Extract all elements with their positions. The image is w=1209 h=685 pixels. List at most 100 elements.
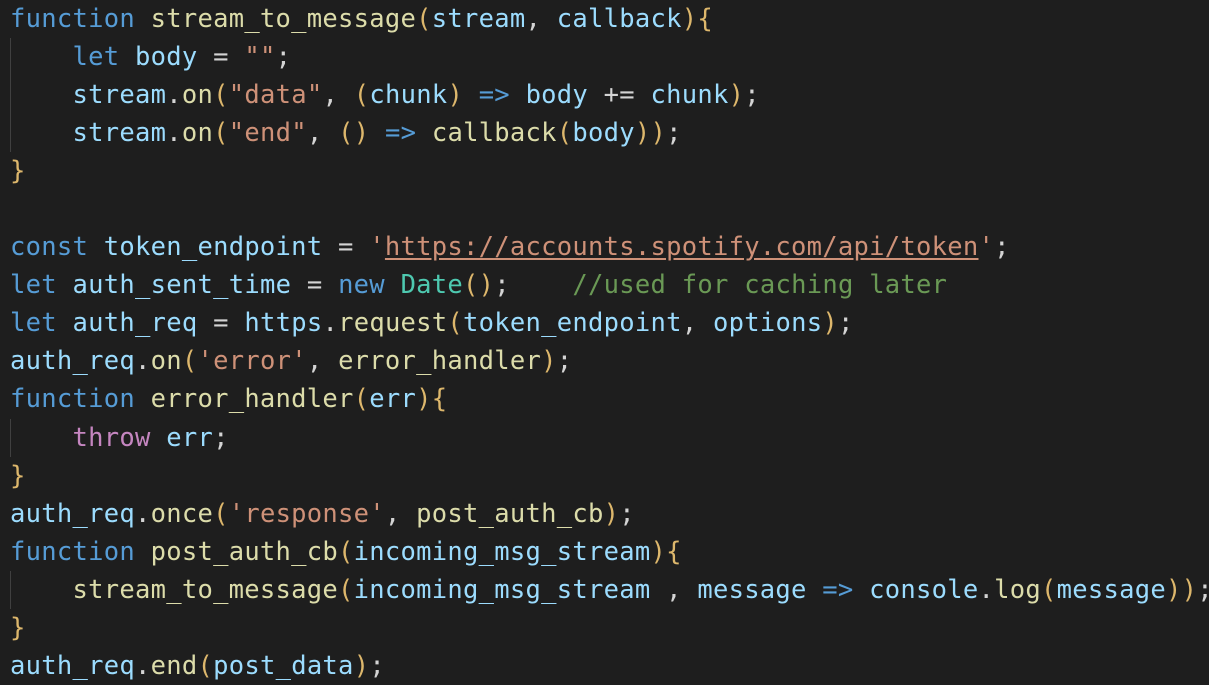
code-line[interactable] bbox=[0, 190, 1209, 228]
token-function: request bbox=[338, 308, 448, 339]
token-bracket_yellow: ) bbox=[728, 80, 745, 111]
code-line[interactable]: stream_to_message(incoming_msg_stream , … bbox=[0, 571, 1209, 609]
token-operator bbox=[10, 118, 72, 148]
token-punctuation: . bbox=[166, 80, 182, 111]
code-line[interactable]: let auth_req = https.request(token_endpo… bbox=[0, 304, 1209, 342]
code-editor-viewport[interactable]: function stream_to_message(stream, callb… bbox=[0, 0, 1209, 685]
token-function: stream_to_message bbox=[150, 4, 417, 34]
token-variable: incoming_msg_stream bbox=[353, 536, 651, 567]
token-punctuation: , bbox=[306, 118, 339, 149]
token-function: error_handler bbox=[338, 346, 542, 377]
token-variable: auth_req bbox=[10, 498, 135, 529]
code-line[interactable]: } bbox=[0, 457, 1209, 495]
token-bracket_yellow: ) bbox=[1165, 574, 1182, 605]
token-punctuation: ; bbox=[619, 498, 635, 529]
token-punctuation: , bbox=[681, 308, 713, 339]
code-line[interactable]: auth_req.on('error', error_handler); bbox=[0, 342, 1209, 380]
token-operator bbox=[10, 80, 72, 110]
token-operator: = bbox=[306, 270, 323, 301]
token-variable: stream bbox=[72, 118, 167, 149]
token-variable: https bbox=[244, 308, 323, 339]
token-bracket_yellow: ( bbox=[338, 536, 354, 567]
token-variable: body bbox=[525, 80, 589, 111]
token-string: ' bbox=[369, 232, 385, 263]
token-string: "end" bbox=[228, 118, 307, 149]
token-function: post_auth_cb bbox=[150, 536, 339, 567]
token-punctuation: ; bbox=[744, 80, 760, 111]
token-variable: token_endpoint bbox=[103, 232, 323, 263]
code-line[interactable]: throw err; bbox=[0, 419, 1209, 457]
token-bracket_yellow: ) bbox=[603, 498, 620, 529]
token-variable: body bbox=[572, 118, 635, 149]
token-operator bbox=[322, 232, 338, 262]
token-punctuation: . bbox=[166, 118, 182, 149]
token-bracket_yellow: ) bbox=[416, 384, 432, 415]
token-control_keyword: throw bbox=[72, 422, 151, 453]
token-punctuation: , bbox=[384, 498, 417, 529]
token-keyword: new bbox=[338, 270, 385, 301]
token-bracket_yellow: { bbox=[697, 4, 713, 34]
token-function: post_auth_cb bbox=[416, 498, 604, 529]
token-punctuation: ; bbox=[837, 308, 854, 339]
token-bracket_yellow: () bbox=[338, 118, 370, 149]
token-punctuation: ; bbox=[556, 346, 573, 377]
token-punctuation: ; bbox=[494, 270, 510, 301]
token-operator: = bbox=[213, 308, 229, 339]
code-line[interactable]: let body = ""; bbox=[0, 38, 1209, 76]
code-line[interactable]: } bbox=[0, 152, 1209, 190]
token-punctuation: ; bbox=[994, 232, 1010, 263]
token-operator bbox=[10, 423, 72, 453]
code-line[interactable]: auth_req.end(post_data); bbox=[0, 647, 1209, 685]
token-punctuation: ; bbox=[1197, 575, 1209, 605]
token-variable: message bbox=[697, 574, 807, 605]
indent-guide bbox=[10, 570, 11, 609]
token-string: 'error' bbox=[197, 346, 307, 377]
token-operator bbox=[291, 270, 307, 300]
token-bracket_yellow: ( bbox=[213, 80, 229, 111]
token-variable: chunk bbox=[369, 80, 448, 111]
token-variable: err bbox=[166, 422, 214, 453]
token-punctuation: , bbox=[306, 346, 339, 377]
token-string: "" bbox=[244, 42, 276, 73]
token-function: on bbox=[181, 118, 214, 149]
token-bracket_yellow: ( bbox=[556, 118, 573, 149]
token-function: error_handler bbox=[150, 384, 354, 415]
token-string: https://accounts.spotify.com/api/token bbox=[384, 232, 979, 263]
token-variable: auth_req bbox=[10, 650, 135, 681]
token-bracket_yellow: ( bbox=[213, 498, 229, 529]
code-line[interactable]: } bbox=[0, 609, 1209, 647]
token-bracket_yellow: ( bbox=[338, 574, 354, 605]
token-variable: incoming_msg_stream bbox=[353, 574, 651, 605]
code-line[interactable]: auth_req.once('response', post_auth_cb); bbox=[0, 495, 1209, 533]
token-keyword: let bbox=[10, 270, 57, 301]
indent-guide bbox=[10, 38, 11, 153]
code-line[interactable]: const token_endpoint = 'https://accounts… bbox=[0, 228, 1209, 266]
token-operator: = bbox=[213, 42, 229, 73]
token-function: once bbox=[150, 498, 214, 529]
token-operator bbox=[135, 384, 151, 414]
token-operator bbox=[369, 118, 385, 148]
code-content[interactable]: function stream_to_message(stream, callb… bbox=[0, 0, 1209, 685]
token-operator bbox=[463, 80, 479, 110]
token-bracket_yellow: { bbox=[431, 384, 448, 415]
code-line[interactable]: let auth_sent_time = new Date(); //used … bbox=[0, 266, 1209, 304]
code-line[interactable]: stream.on("data", (chunk) => body += chu… bbox=[0, 76, 1209, 114]
code-line[interactable]: stream.on("end", () => callback(body)); bbox=[0, 114, 1209, 152]
code-line[interactable]: function post_auth_cb(incoming_msg_strea… bbox=[0, 533, 1209, 571]
token-variable: err bbox=[369, 384, 417, 415]
token-punctuation: . bbox=[134, 650, 151, 681]
token-function: log bbox=[994, 574, 1042, 605]
token-punctuation: . bbox=[322, 308, 339, 339]
code-line[interactable]: function stream_to_message(stream, callb… bbox=[0, 0, 1209, 38]
token-bracket_yellow: { bbox=[666, 536, 682, 567]
token-bracket_yellow: ) bbox=[650, 536, 667, 567]
token-operator bbox=[588, 80, 604, 110]
token-keyword: => bbox=[384, 118, 417, 149]
token-bracket_yellow: ) bbox=[1181, 574, 1198, 605]
token-variable: post_data bbox=[213, 650, 354, 681]
token-variable: stream bbox=[431, 4, 526, 34]
token-variable: auth_sent_time bbox=[72, 270, 292, 301]
token-class_type: Date bbox=[400, 270, 464, 301]
token-bracket_yellow: ( bbox=[1041, 574, 1057, 605]
code-line[interactable]: function error_handler(err){ bbox=[0, 380, 1209, 418]
